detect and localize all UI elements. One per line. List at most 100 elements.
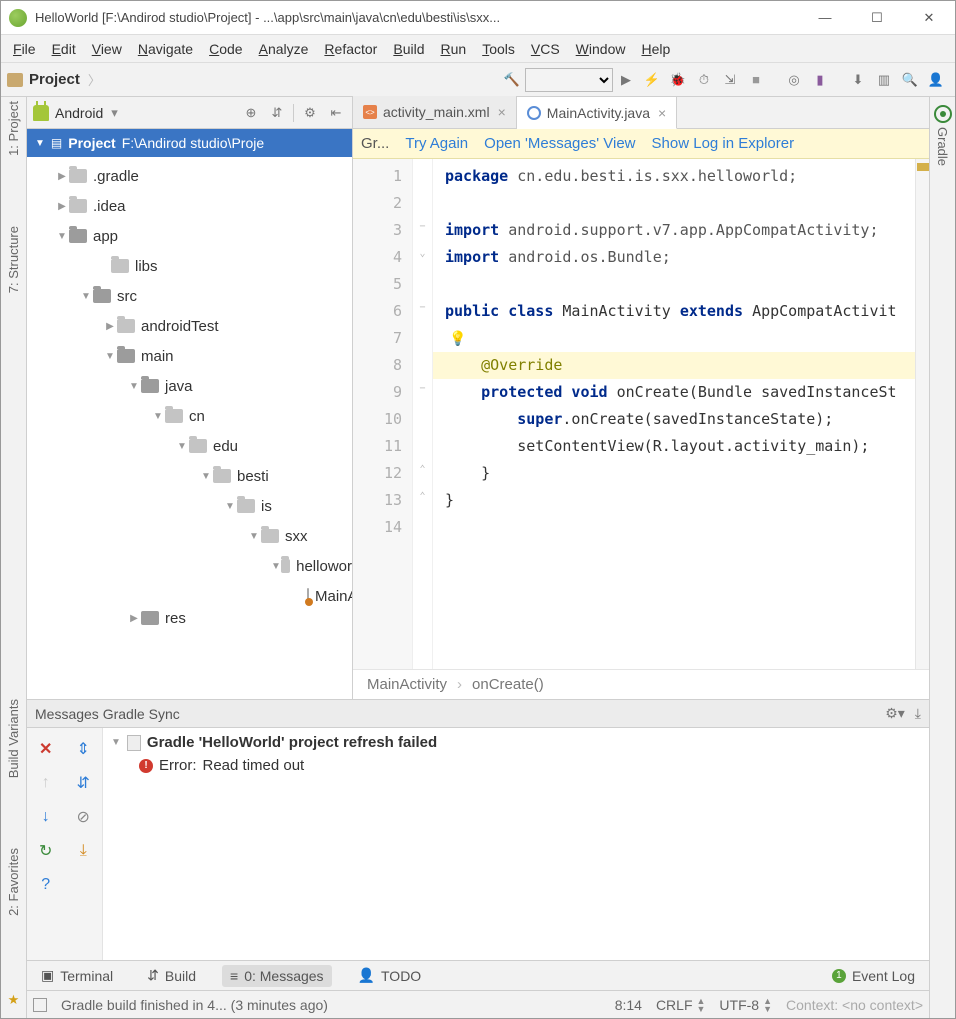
export-icon[interactable]: ⤓	[915, 705, 921, 722]
menu-navigate[interactable]: Navigate	[132, 39, 199, 59]
menu-run[interactable]: Run	[434, 39, 472, 59]
minimize-button[interactable]: —	[813, 6, 837, 30]
help-icon[interactable]: ?	[27, 868, 65, 902]
try-again-link[interactable]: Try Again	[405, 135, 468, 152]
context-selector[interactable]: Context: <no context>	[786, 997, 923, 1013]
menu-file[interactable]: File	[7, 39, 42, 59]
avd-manager-button[interactable]: ◎	[781, 67, 807, 93]
breadcrumb[interactable]: Project 〉	[7, 70, 101, 89]
tree-item[interactable]: ▼sxx	[27, 521, 352, 551]
menu-code[interactable]: Code	[203, 39, 248, 59]
sdk-manager-button[interactable]: ▮	[807, 67, 833, 93]
tree-item[interactable]: ▼edu	[27, 431, 352, 461]
rerun-icon[interactable]: ↻	[27, 834, 65, 868]
hide-icon[interactable]: ⇤	[326, 105, 346, 121]
user-icon: 👤	[923, 67, 949, 93]
editor-breadcrumbs[interactable]: MainActivity › onCreate()	[353, 669, 929, 699]
menu-window[interactable]: Window	[570, 39, 632, 59]
tree-item[interactable]: MainA	[27, 581, 352, 611]
project-root-row[interactable]: ▼ ▤ Project F:\Andirod studio\Proje	[27, 129, 352, 157]
run-config-select[interactable]	[525, 68, 613, 92]
gear-icon[interactable]: ⚙▾	[885, 705, 905, 722]
search-everywhere-button[interactable]: 🔍	[897, 67, 923, 93]
close-button[interactable]: ✕	[917, 6, 941, 30]
menu-view[interactable]: View	[86, 39, 128, 59]
menu-help[interactable]: Help	[635, 39, 676, 59]
up-icon[interactable]: ↑	[27, 766, 65, 800]
status-icon[interactable]	[33, 998, 47, 1012]
tree-item[interactable]: ▼is	[27, 491, 352, 521]
tree-item[interactable]: ▼app	[27, 221, 352, 251]
tree-item[interactable]: ▼cn	[27, 401, 352, 431]
code-editor[interactable]: 1234567891011121314 −⌄−−⌃⌃ package cn.ed…	[353, 159, 929, 669]
profile-button[interactable]: ⏱	[691, 67, 717, 93]
menu-vcs[interactable]: VCS	[525, 39, 566, 59]
bottom-tab-build[interactable]: ⇵Build	[139, 964, 204, 987]
show-log-link[interactable]: Show Log in Explorer	[652, 135, 795, 152]
warning-mark[interactable]	[917, 163, 929, 171]
project-panel-header: Android ▾ ⊕ ⇵ ⚙ ⇤	[27, 97, 352, 129]
stop-button[interactable]: ■	[743, 67, 769, 93]
favorites-tab[interactable]: 2: Favorites	[6, 848, 21, 916]
tree-item[interactable]: ▼java	[27, 371, 352, 401]
fold-gutter[interactable]: −⌄−−⌃⌃	[413, 159, 433, 669]
editor-tab[interactable]: <>activity_main.xml×	[353, 96, 517, 128]
collapse-icon[interactable]: ⇵	[267, 105, 287, 121]
project-view-name[interactable]: Android	[55, 105, 103, 121]
bottom-tab-0-messages[interactable]: ≡0: Messages	[222, 965, 332, 987]
tree-item[interactable]: ▶res	[27, 611, 352, 625]
build-variants-tab[interactable]: Build Variants	[6, 699, 21, 778]
tree-item[interactable]: ▼src	[27, 281, 352, 311]
attach-debugger-button[interactable]: ⇲	[717, 67, 743, 93]
tree-item[interactable]: ▶.gradle	[27, 161, 352, 191]
project-structure-button[interactable]: ▥	[871, 67, 897, 93]
star-icon: ★	[8, 992, 20, 1008]
error-icon: !	[139, 759, 153, 773]
menu-tools[interactable]: Tools	[476, 39, 521, 59]
tree-item[interactable]: ▶androidTest	[27, 311, 352, 341]
open-messages-link[interactable]: Open 'Messages' View	[484, 135, 635, 152]
editor-tab[interactable]: MainActivity.java×	[517, 97, 677, 129]
menu-edit[interactable]: Edit	[46, 39, 82, 59]
gear-icon[interactable]: ⚙	[300, 105, 320, 121]
run-button[interactable]: ▶	[613, 67, 639, 93]
tree-item[interactable]: ▶.idea	[27, 191, 352, 221]
tree-item[interactable]: ▼besti	[27, 461, 352, 491]
build-button[interactable]: 🔨	[499, 67, 525, 93]
gradle-tool-tab[interactable]: Gradle	[935, 127, 950, 166]
dropdown-icon[interactable]: ▾	[111, 105, 118, 121]
bottom-tab-todo[interactable]: 👤TODO	[350, 964, 430, 987]
target-icon[interactable]: ⊕	[241, 105, 261, 121]
structure-tool-tab[interactable]: 7: Structure	[6, 226, 21, 293]
close-icon[interactable]: ✕	[27, 732, 65, 766]
encoding[interactable]: UTF-8▲▼	[719, 997, 772, 1013]
error-stripe[interactable]	[915, 159, 929, 669]
event-log-tab[interactable]: 1 Event Log	[824, 965, 923, 987]
project-tree[interactable]: ▶.gradle▶.idea▼applibs▼src▶androidTest▼m…	[27, 157, 352, 699]
tree-item[interactable]: ▼hellowor	[27, 551, 352, 581]
stop-icon[interactable]: ⊘	[65, 800, 103, 834]
code-content[interactable]: package cn.edu.besti.is.sxx.helloworld;i…	[433, 159, 929, 669]
apply-changes-button[interactable]: ⚡	[639, 67, 665, 93]
collapse-icon[interactable]: ⇵	[65, 766, 103, 800]
menu-analyze[interactable]: Analyze	[253, 39, 315, 59]
messages-content[interactable]: ▼ Gradle 'HelloWorld' project refresh fa…	[103, 728, 929, 960]
line-separator[interactable]: CRLF▲▼	[656, 997, 705, 1013]
tree-item[interactable]: libs	[27, 251, 352, 281]
chevron-down-icon[interactable]: ▼	[111, 737, 121, 748]
project-tool-tab[interactable]: 1: Project	[6, 101, 21, 156]
close-tab-icon[interactable]: ×	[498, 104, 506, 120]
down-icon[interactable]: ↓	[27, 800, 65, 834]
tree-item[interactable]: ▼main	[27, 341, 352, 371]
sync-button[interactable]: ⬇	[845, 67, 871, 93]
folder-icon	[141, 379, 159, 393]
caret-position[interactable]: 8:14	[615, 997, 642, 1013]
download-icon[interactable]: ⤓	[65, 834, 103, 868]
bottom-tab-terminal[interactable]: ▣Terminal	[33, 964, 121, 987]
expand-icon[interactable]: ⇕	[65, 732, 103, 766]
menu-refactor[interactable]: Refactor	[318, 39, 383, 59]
maximize-button[interactable]: ☐	[865, 6, 889, 30]
close-tab-icon[interactable]: ×	[658, 105, 666, 121]
debug-button[interactable]: 🐞	[665, 67, 691, 93]
menu-build[interactable]: Build	[387, 39, 430, 59]
